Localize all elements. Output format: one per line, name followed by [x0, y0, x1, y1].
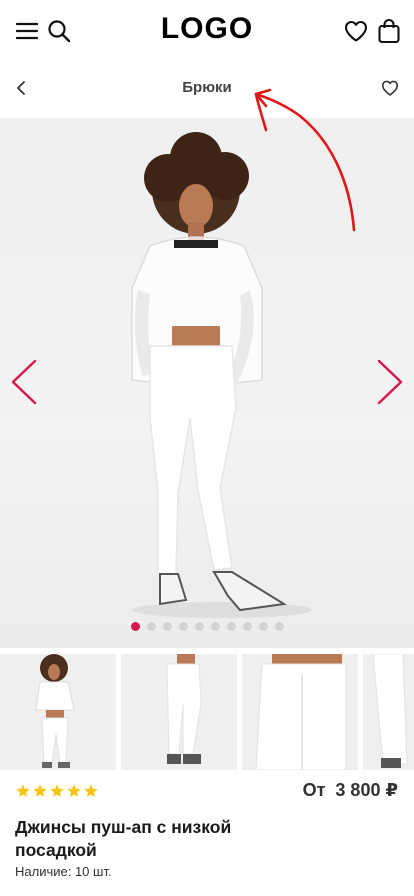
thumbnail-4[interactable]: [363, 654, 414, 770]
rating-stars: [15, 783, 99, 799]
carousel-dot[interactable]: [258, 622, 268, 631]
carousel-dot[interactable]: [242, 622, 252, 631]
thumbnail-strip: [0, 654, 414, 770]
carousel-dot[interactable]: [210, 622, 220, 631]
star-icon: [33, 784, 47, 797]
price-prefix: От: [302, 780, 326, 800]
star-icon: [16, 784, 30, 797]
category-title: Брюки: [182, 79, 232, 96]
thumbnail-3[interactable]: [242, 654, 358, 770]
thumbnail-image: [255, 654, 347, 770]
star-icon: [84, 784, 98, 797]
thumbnail-image: [372, 654, 408, 768]
thumbnail-image: [166, 654, 202, 764]
carousel-dot[interactable]: [274, 622, 284, 631]
thumbnail-image: [35, 654, 75, 768]
star-icon: [50, 784, 64, 797]
next-image-button[interactable]: [370, 354, 410, 410]
carousel-dot[interactable]: [178, 622, 188, 631]
model-photo: [131, 132, 312, 618]
chevron-right-icon: [377, 359, 403, 405]
price-value: 3 800 ₽: [335, 780, 398, 800]
carousel-indicators: [0, 622, 414, 634]
carousel-dot[interactable]: [162, 622, 172, 631]
carousel-dot[interactable]: [226, 622, 236, 631]
star-icon: [67, 784, 81, 797]
chevron-left-icon: [11, 359, 37, 405]
heart-icon[interactable]: [343, 18, 369, 44]
previous-image-button[interactable]: [4, 354, 44, 410]
carousel-dot[interactable]: [194, 622, 204, 631]
carousel-dot[interactable]: [146, 622, 156, 631]
favorite-button[interactable]: [378, 76, 402, 100]
thumbnail-1[interactable]: [0, 654, 116, 770]
stock-availability: Наличие: 10 шт.: [15, 864, 112, 879]
carousel-dot[interactable]: [130, 622, 140, 631]
category-bar: Брюки: [0, 64, 414, 112]
heart-icon: [381, 80, 399, 96]
shopping-bag-icon[interactable]: [376, 18, 402, 44]
price: От 3 800 ₽: [303, 780, 398, 801]
product-main-image[interactable]: [0, 118, 414, 648]
product-name: Джинсы пуш-ап с низкой посадкой: [15, 817, 232, 860]
thumbnail-2[interactable]: [121, 654, 237, 770]
top-header: LOGO: [0, 0, 414, 64]
